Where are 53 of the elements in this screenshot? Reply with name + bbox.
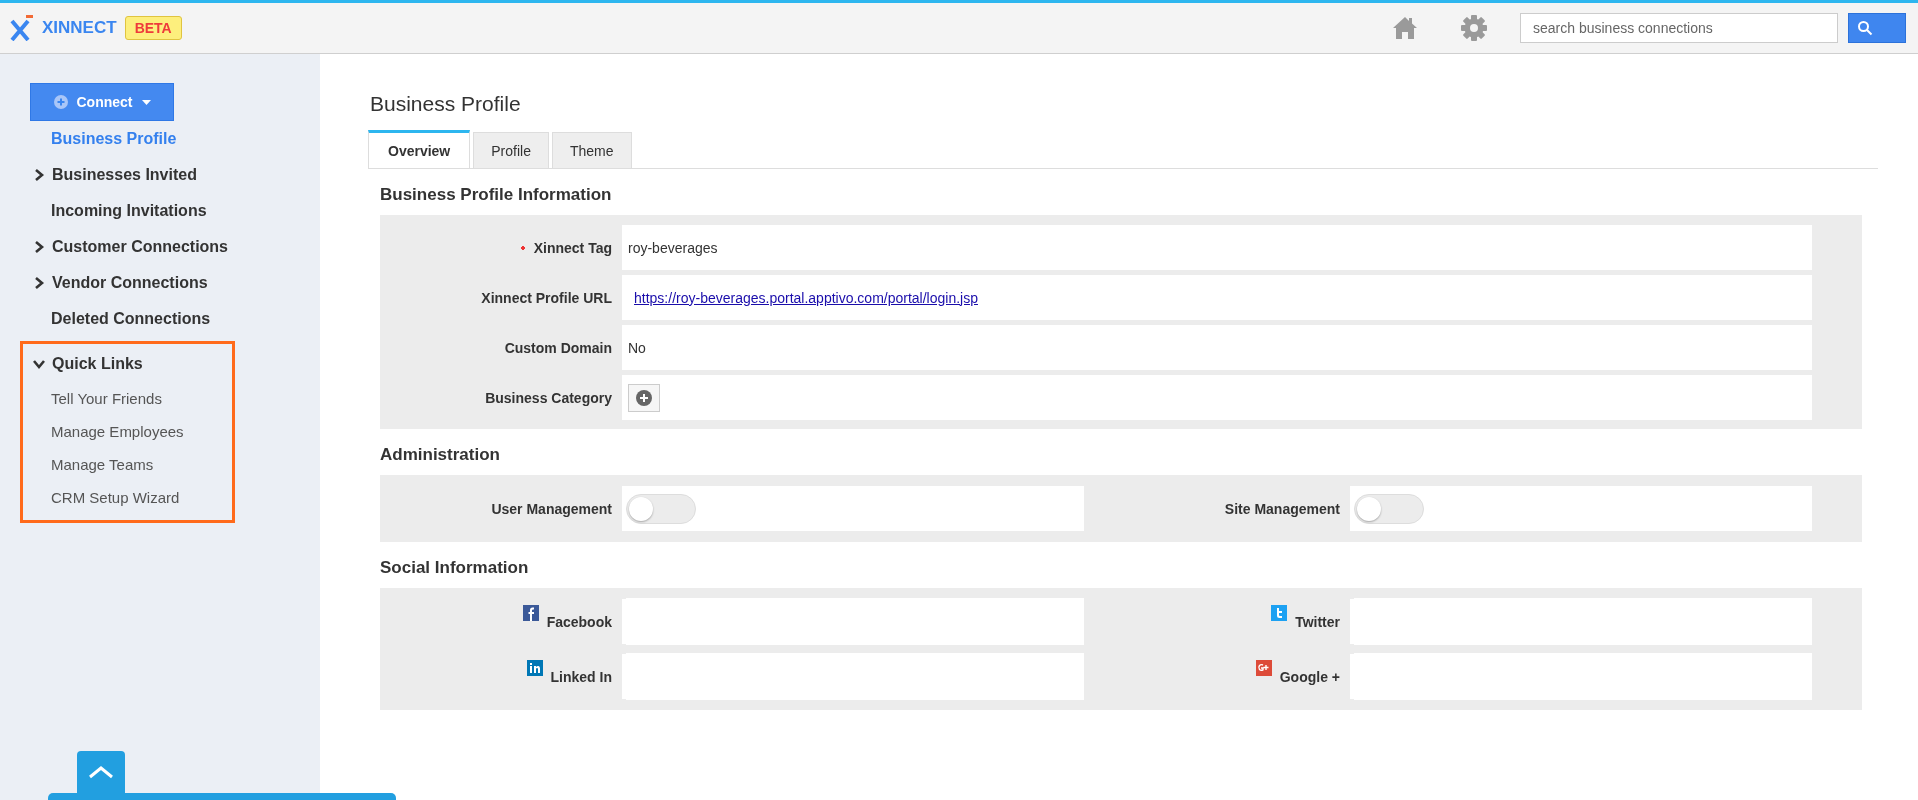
chevron-icon [33,277,45,289]
field-label: Facebook [546,613,612,630]
sidebar-group-item[interactable]: Quick Links [23,346,184,382]
logo-text: XINNECT [42,18,117,38]
tab[interactable]: Overview [368,130,471,168]
search-field[interactable]: search business connections [1520,13,1838,43]
quick-link[interactable]: Manage Teams [23,448,184,481]
section-heading: Administration [380,445,501,465]
tab[interactable]: Theme [551,132,632,168]
page-title: Business Profile [370,92,522,116]
plus-circle-icon [53,95,68,109]
beta-badge: BETA [124,16,182,40]
field-label: Xinnect Profile URL [481,289,612,306]
sidebar-item[interactable]: Incoming Invitations [0,193,207,229]
sidebar-item[interactable]: Deleted Connections [0,301,211,337]
sidebar-group-item[interactable]: Vendor Connections [0,265,208,301]
tab[interactable]: Profile [473,132,549,168]
search-button[interactable] [1848,13,1906,43]
google-icon [1255,660,1272,676]
field-label: Linked In [550,668,612,685]
field-label: Google + [1279,668,1340,685]
chevron-icon [33,169,45,181]
quick-link[interactable]: CRM Setup Wizard [23,481,184,514]
field-value: No [628,339,646,356]
plus-circle-icon [636,389,652,406]
sidebar-group-item[interactable]: Customer Connections [0,229,228,265]
twitter-icon [1271,605,1288,621]
field-label: User Management [491,500,612,517]
field-label: Business Category [485,389,612,406]
search-icon [1857,20,1873,36]
field-label: Xinnect Tag [533,239,612,256]
chevron-up-icon [88,765,114,779]
sidebar-group-item[interactable]: Businesses Invited [0,157,197,193]
facebook-icon [522,605,539,621]
profile-url-link[interactable]: https://roy-beverages.portal.apptivo.com/portal/login.jsp [634,289,978,306]
add-button[interactable] [628,383,660,412]
quick-link[interactable]: Tell Your Friends [23,382,184,415]
field-value: roy-beverages [628,239,718,256]
caret-icon [141,99,151,105]
chevron-icon [33,241,45,253]
field-label: Custom Domain [504,339,612,356]
section-heading: Social Information [380,558,530,578]
chevron-icon [33,358,45,370]
logo-icon [10,15,34,41]
quick-link[interactable]: Manage Employees [23,415,184,448]
field-label: Twitter [1295,613,1340,630]
toggle-switch[interactable] [626,493,696,524]
field-label: Site Management [1224,500,1340,517]
section-heading: Business Profile Information [380,185,613,205]
scroll-top-button[interactable] [77,751,125,793]
toggle-switch[interactable] [1354,493,1424,524]
linkedin-icon [526,660,543,676]
home-icon[interactable] [1392,15,1418,41]
